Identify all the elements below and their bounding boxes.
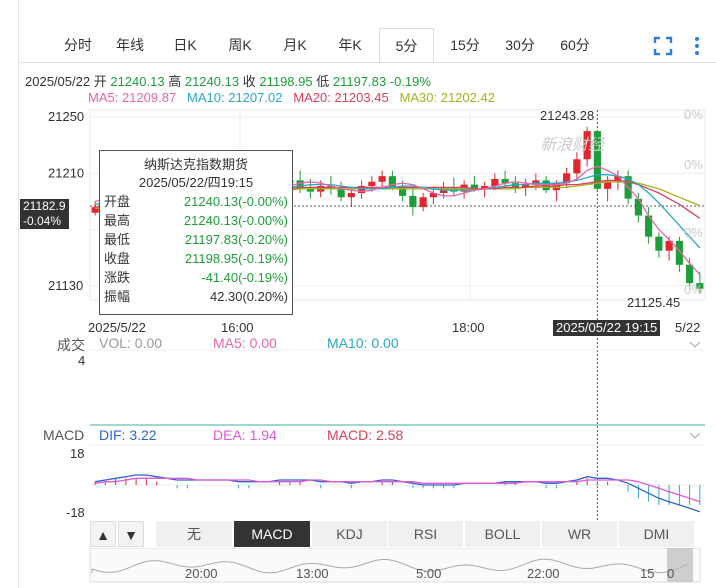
candle-body: [409, 195, 417, 208]
chevron-down-icon: [689, 432, 701, 439]
tooltip-key: 涨跌: [104, 270, 131, 285]
x-axis-label: 16:00: [221, 320, 254, 335]
crosshair-pct: -0.04%: [23, 214, 62, 228]
tooltip-row: 振幅 42.30(0.20%): [100, 287, 292, 306]
candle-body: [337, 188, 345, 198]
indicator-tab-5[interactable]: WR: [542, 521, 618, 547]
tooltip-row: 最高 21240.13(-0.00%): [100, 211, 292, 230]
volume-tick: 4: [78, 353, 86, 368]
indicator-tab-6[interactable]: DMI: [619, 521, 695, 547]
chevron-down-icon: [689, 341, 701, 348]
indicator-tabs: 无 MACD KDJ RSI BOLL WR DMI: [90, 521, 716, 547]
indicator-tab-4[interactable]: BOLL: [465, 521, 541, 547]
candle-tooltip: 纳斯达克指数期货 2025/05/22/四19:15 开盘 21240.13(-0…: [99, 150, 293, 315]
tooltip-value: 21198.95(-0.19%): [184, 251, 288, 266]
tooltip-value: 21240.13(-0.00%): [183, 194, 288, 209]
range-navigator[interactable]: 20:00 13:00 5:00 22:00 15 0: [0, 548, 716, 588]
candle-body: [368, 181, 376, 186]
pct-tick-label: 0%: [684, 282, 703, 297]
macd-dif: DIF: 3.22: [99, 427, 157, 443]
indicator-tab-0[interactable]: 无: [156, 521, 233, 547]
tooltip-key: 最高: [104, 213, 131, 228]
candle-body: [378, 176, 386, 182]
y-tick-label: 21210: [48, 165, 84, 180]
tooltip-key: 最低: [104, 232, 131, 247]
macd-label: MACD: [43, 427, 85, 443]
vol-ma5: MA5: 0.00: [213, 335, 277, 351]
tooltip-key: 开盘: [104, 194, 131, 209]
x-axis-label: 5/22: [675, 320, 700, 335]
tooltip-row: 最低 21197.83(-0.20%): [100, 230, 292, 249]
crosshair-price: 21182.9: [23, 199, 66, 213]
navigator-label: 20:00: [185, 566, 218, 581]
macd-bottom-tick: -18: [66, 505, 85, 520]
candle-body: [419, 197, 427, 208]
indicator-tab-3[interactable]: RSI: [388, 521, 464, 547]
indicator-tab-2[interactable]: KDJ: [312, 521, 388, 547]
navigator-label: 22:00: [527, 566, 560, 581]
candle-body: [542, 180, 550, 191]
dea-line: [95, 477, 701, 503]
macd-top-tick: 18: [70, 446, 85, 461]
candle-body: [347, 193, 355, 198]
tooltip-key: 收盘: [104, 251, 131, 266]
candle-body: [573, 159, 581, 174]
tooltip-value: 21197.83(-0.20%): [184, 232, 288, 247]
macd-dea: DEA: 1.94: [213, 427, 277, 443]
candle-body: [655, 236, 663, 251]
vol-ma10: MA10: 0.00: [327, 335, 399, 351]
navigator-label: 15: [640, 566, 654, 581]
y-tick-label: 21130: [48, 278, 83, 293]
x-axis-label: 18:00: [452, 320, 485, 335]
tooltip-time: 2025/05/22/四19:15: [138, 175, 254, 190]
candle-body: [686, 264, 694, 284]
crosshair-price-tag: 21182.9 -0.04%: [20, 199, 69, 229]
low-price-label: 21125.45: [627, 295, 680, 310]
navigator-label: 5:00: [416, 566, 441, 581]
indicator-tab-1[interactable]: MACD: [234, 521, 311, 547]
tooltip-value: 42.30(0.20%): [209, 289, 288, 304]
navigator-label: 13:00: [296, 566, 329, 581]
tooltip-title: 纳斯达克指数期货: [143, 157, 248, 172]
pct-tick-label: 0%: [684, 107, 703, 122]
tooltip-row: 收盘 21198.95(-0.19%): [100, 249, 292, 268]
crosshair-time-tag: 2025/05/22 19:15: [553, 320, 661, 336]
candle-body: [604, 181, 612, 189]
y-tick-label: 21250: [48, 109, 84, 124]
pct-tick-label: 0%: [684, 225, 703, 240]
navigator-label: 0: [667, 566, 674, 581]
tooltip-row: 涨跌 -41.40(-0.19%): [100, 268, 292, 287]
tooltip-key: 振幅: [104, 289, 131, 304]
candle-body: [634, 198, 642, 216]
tooltip-value: 21240.13(-0.00%): [183, 213, 288, 228]
vol-value: VOL: 0.00: [99, 335, 163, 351]
volume-legend: 成交: [57, 335, 85, 355]
tooltip-row: 开盘 21240.13(-0.00%): [100, 192, 292, 211]
high-price-label: 21243.28: [540, 108, 594, 123]
watermark: 新浪财经: [540, 136, 606, 154]
pct-tick-label: 0%: [684, 157, 703, 172]
volume-label: 成交: [57, 337, 85, 353]
x-axis-label: 2025/5/22: [88, 320, 146, 335]
macd-value: MACD: 2.58: [327, 427, 404, 443]
tooltip-value: -41.40(-0.19%): [201, 270, 288, 285]
